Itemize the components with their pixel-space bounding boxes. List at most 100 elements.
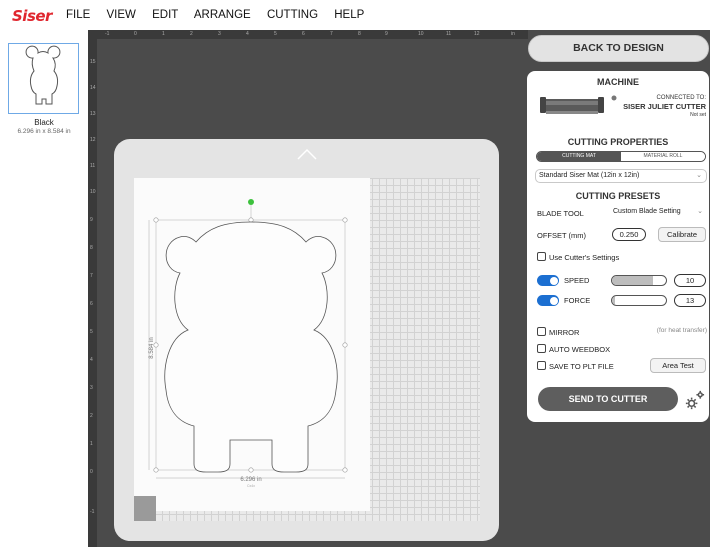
resize-handle[interactable] [248,217,254,223]
force-slider[interactable] [611,295,667,306]
speed-slider-fill [612,276,653,285]
ruler-tick: 12 [90,137,96,143]
width-dimension-label: 6.296 in [240,477,261,483]
calibrate-button[interactable]: Calibrate [658,227,706,242]
menu-view[interactable]: VIEW [107,9,136,21]
ruler-tick: 3 [90,385,93,391]
ruler-tick: 1 [90,441,93,447]
menu-bar: Siser FILE VIEW EDIT ARRANGE CUTTING HEL… [0,0,710,30]
layer-thumbnail[interactable] [8,43,79,114]
blade-tool-select[interactable]: Custom Blade Setting ⌄ [610,206,707,220]
resize-handle[interactable] [342,342,348,348]
height-dimension-label: 8.584 in [149,337,155,358]
cutter-machine-icon [540,97,604,114]
ruler-tick: 8 [90,245,93,251]
resize-handle[interactable] [342,467,348,473]
ruler-tick: 0 [134,31,137,37]
ruler-tick: 14 [90,85,96,91]
ruler-tick: 7 [330,31,333,37]
cutting-properties-title: CUTTING PROPERTIES [567,137,669,147]
offset-label: OFFSET (mm) [537,231,587,240]
menu-help[interactable]: HELP [334,9,364,21]
ruler-tick: 11 [446,31,452,37]
ruler-tick: 3 [218,31,221,37]
ruler-left: 15 14 13 12 11 10 9 8 7 6 5 4 3 2 1 0 -1 [88,39,97,547]
ruler-tick: 6 [90,301,93,307]
ruler-tick: 9 [385,31,388,37]
ruler-tick: 8 [358,31,361,37]
blade-tool-value: Custom Blade Setting [613,208,681,215]
material-roll-option[interactable]: MATERIAL ROLL [621,152,705,161]
ruler-tick: -1 [90,509,95,515]
menu-edit[interactable]: EDIT [152,9,178,21]
ruler-tick: 13 [90,111,96,117]
mirror-label: MIRROR [549,328,580,337]
save-plt-label: SAVE TO PLT FILE [549,362,614,371]
back-to-design-button[interactable]: BACK TO DESIGN [528,35,709,62]
rotate-handle[interactable] [248,199,254,205]
ruler-tick: 11 [90,163,96,169]
ruler-tick: 4 [246,31,249,37]
ruler-tick: 10 [418,31,424,37]
connected-label: CONNECTED TO: [656,95,706,101]
speed-input[interactable]: 10 [674,274,706,287]
ruler-tick: 15 [90,59,96,65]
chevron-up-icon[interactable] [296,147,318,161]
ruler-tick: in [511,31,515,37]
gear-icon[interactable] [683,389,706,412]
machine-name[interactable]: SISER JULIET CUTTER [604,102,706,111]
chevron-down-icon: ⌄ [696,172,702,179]
save-plt-checkbox[interactable] [537,361,546,370]
mat-size-select[interactable]: Standard Siser Mat (12in x 12in) ⌄ [535,169,707,183]
auto-weedbox-label: AUTO WEEDBOX [549,345,611,354]
ruler-tick: 4 [90,357,93,363]
width-dimension-sub: Cx4x [247,484,255,488]
resize-handle[interactable] [248,467,254,473]
force-label: FORCE [564,296,591,305]
menu-file[interactable]: FILE [66,9,90,21]
force-slider-fill [612,296,616,305]
chevron-down-icon: ⌄ [697,208,703,215]
resize-handle[interactable] [153,467,159,473]
mat-roll-toggle: CUTTING MAT MATERIAL ROLL [536,151,706,162]
ruler-top: -1 0 1 2 3 4 5 6 7 8 9 10 11 12 in [88,30,528,39]
send-to-cutter-button[interactable]: SEND TO CUTTER [538,387,678,411]
resize-handle[interactable] [342,217,348,223]
ruler-tick: 1 [162,31,165,37]
siser-logo: Siser [12,7,52,25]
layers-panel: Black 6.296 in x 8.584 in [0,30,88,547]
speed-slider[interactable] [611,275,667,286]
mirror-checkbox[interactable] [537,327,546,336]
area-test-button[interactable]: Area Test [650,358,706,373]
ruler-tick: 10 [90,189,96,195]
mat-size-value: Standard Siser Mat (12in x 12in) [539,172,640,179]
speed-toggle[interactable] [537,275,559,286]
offset-input[interactable]: 0.250 [612,228,646,241]
ruler-tick: 9 [90,217,93,223]
ruler-tick: 2 [90,413,93,419]
ruler-tick: 12 [474,31,480,37]
use-cutter-settings-checkbox[interactable] [537,252,546,261]
menu-arrange[interactable]: ARRANGE [194,9,251,21]
ruler-tick: 5 [274,31,277,37]
speed-label: SPEED [564,276,590,285]
bear-thumbnail-icon [25,45,61,105]
ruler-tick: 5 [90,329,93,335]
cutting-presets-title: CUTTING PRESETS [575,191,661,201]
ruler-tick: 7 [90,273,93,279]
ruler-tick: 0 [90,469,93,475]
resize-handle[interactable] [153,217,159,223]
use-cutter-settings-label: Use Cutter's Settings [549,253,620,262]
bear-design[interactable]: 6.296 in Cx4x 8.584 in [134,178,370,511]
ruler-tick: 2 [190,31,193,37]
machine-status: Not set [690,112,706,118]
auto-weedbox-checkbox[interactable] [537,344,546,353]
menu-cutting[interactable]: CUTTING [267,9,318,21]
cutting-mat-option[interactable]: CUTTING MAT [537,152,621,161]
bear-shape[interactable] [164,221,338,473]
force-toggle[interactable] [537,295,559,306]
ruler-tick: -1 [105,31,110,37]
ruler-tick: 6 [302,31,305,37]
force-input[interactable]: 13 [674,294,706,307]
machine-title: MACHINE [597,77,639,87]
